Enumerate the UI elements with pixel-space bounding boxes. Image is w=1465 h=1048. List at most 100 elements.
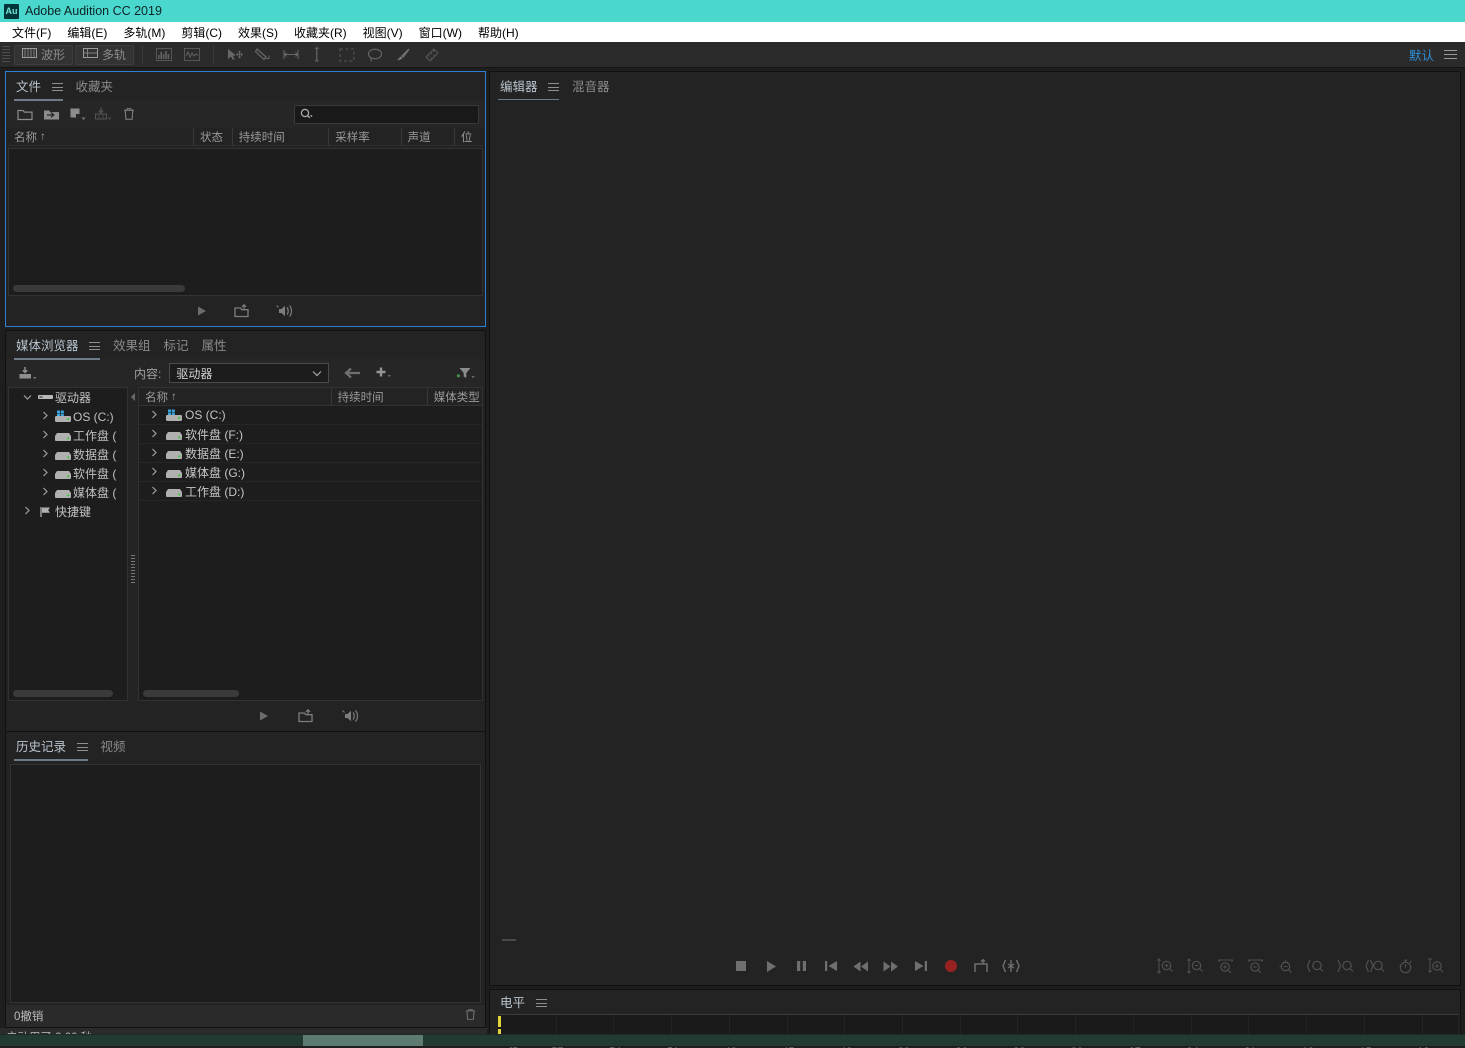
menu-window[interactable]: 窗口(W) xyxy=(411,22,470,43)
tab-editor[interactable]: 编辑器 xyxy=(498,72,570,101)
column-samplerate[interactable]: 采样率 xyxy=(328,128,400,145)
tree-item-drives[interactable]: 驱动器 xyxy=(9,388,127,407)
tab-levels[interactable]: 电平 xyxy=(498,990,558,1017)
tree-item-media-disk[interactable]: 媒体盘 ( xyxy=(9,483,127,502)
files-panel-menu-icon[interactable] xyxy=(52,81,63,94)
filter-icon[interactable] xyxy=(453,363,479,383)
menu-edit[interactable]: 编辑(E) xyxy=(59,22,115,43)
zoom-to-selection-in-point-button[interactable] xyxy=(1300,953,1330,979)
spot-healing-brush-icon[interactable] xyxy=(421,46,441,64)
menu-help[interactable]: 帮助(H) xyxy=(470,22,527,43)
tree-item-os-c[interactable]: OS (C:) xyxy=(9,407,127,426)
tree-hscrollbar[interactable] xyxy=(13,690,113,697)
workspace-name[interactable]: 默认 xyxy=(1409,45,1434,64)
skip-selection-button[interactable] xyxy=(996,953,1026,979)
zoom-to-selection-button[interactable] xyxy=(1360,953,1390,979)
column-status[interactable]: 状态 xyxy=(193,128,232,145)
chevron-right-icon[interactable] xyxy=(145,448,163,459)
multitrack-view-button[interactable]: 多轨 xyxy=(75,45,134,65)
rewind-button[interactable] xyxy=(846,953,876,979)
list-item[interactable]: 媒体盘 (G:) xyxy=(139,463,482,482)
trash-icon[interactable] xyxy=(464,1008,477,1024)
import-file-icon[interactable] xyxy=(38,104,64,124)
chevron-right-icon[interactable] xyxy=(37,411,53,422)
zoom-to-selection-out-point-button[interactable] xyxy=(1330,953,1360,979)
column-name[interactable]: 名称 ↑ xyxy=(8,128,193,145)
chevron-right-icon[interactable] xyxy=(19,506,35,517)
files-list[interactable] xyxy=(8,148,483,296)
workspace-menu-icon[interactable] xyxy=(1444,47,1457,62)
chevron-down-icon[interactable] xyxy=(19,393,35,403)
move-playhead-to-next-button[interactable] xyxy=(906,953,936,979)
tab-favorites[interactable]: 收藏夹 xyxy=(74,72,125,101)
media-browser-list[interactable]: 名称 ↑ 持续时间 媒体类型 OS (C:) xyxy=(138,387,483,701)
tree-item-data-disk[interactable]: 数据盘 ( xyxy=(9,445,127,464)
history-list[interactable] xyxy=(10,764,481,1003)
zoom-in-time-button[interactable] xyxy=(1210,953,1240,979)
chevron-right-icon[interactable] xyxy=(145,467,163,478)
zoom-out-amplitude-button[interactable] xyxy=(1180,953,1210,979)
tab-files[interactable]: 文件 xyxy=(14,72,74,101)
zoom-in-amplitude-button[interactable] xyxy=(1150,953,1180,979)
chevron-right-icon[interactable] xyxy=(37,449,53,460)
zoom-out-time-button[interactable] xyxy=(1240,953,1270,979)
waveform-view-button[interactable]: 波形 xyxy=(14,45,73,65)
history-panel-menu-icon[interactable] xyxy=(77,741,88,754)
spectral-pitch-icon[interactable] xyxy=(182,46,202,64)
razor-icon[interactable] xyxy=(309,46,329,64)
add-shortcut-icon[interactable] xyxy=(371,363,397,383)
column-media-type[interactable]: 媒体类型 xyxy=(427,388,482,405)
files-search-field[interactable] xyxy=(313,108,478,120)
media-browser-tree[interactable]: 驱动器 OS (C:) xyxy=(8,387,128,701)
record-button[interactable] xyxy=(936,953,966,979)
column-channels[interactable]: 声道 xyxy=(401,128,454,145)
marquee-selection-icon[interactable] xyxy=(337,46,357,64)
zoom-out-full-button[interactable] xyxy=(1270,953,1300,979)
media-browser-splitter[interactable] xyxy=(128,387,138,701)
tab-markers[interactable]: 标记 xyxy=(162,331,200,360)
time-selection-icon[interactable] xyxy=(281,46,301,64)
tab-video[interactable]: 视频 xyxy=(99,732,137,761)
editor-canvas[interactable] xyxy=(490,100,1460,985)
menu-multitrack[interactable]: 多轨(M) xyxy=(115,22,173,43)
slip-tool-icon[interactable] xyxy=(253,46,273,64)
list-item[interactable]: 软件盘 (F:) xyxy=(139,425,482,444)
stop-button[interactable] xyxy=(726,953,756,979)
spectral-frequency-icon[interactable] xyxy=(154,46,174,64)
list-item[interactable]: 数据盘 (E:) xyxy=(139,444,482,463)
paintbrush-selection-icon[interactable] xyxy=(393,46,413,64)
open-file-icon[interactable] xyxy=(12,104,38,124)
fast-forward-button[interactable] xyxy=(876,953,906,979)
toolbar-grip[interactable] xyxy=(2,46,10,64)
editor-panel-menu-icon[interactable] xyxy=(548,81,559,94)
tree-item-shortcuts[interactable]: 快捷键 xyxy=(9,502,127,521)
files-list-hscrollbar[interactable] xyxy=(13,285,185,292)
column-duration[interactable]: 持续时间 xyxy=(331,388,427,405)
tree-item-work-disk[interactable]: 工作盘 ( xyxy=(9,426,127,445)
insert-into-multitrack-icon[interactable] xyxy=(234,304,249,318)
chevron-right-icon[interactable] xyxy=(37,487,53,498)
insert-into-multitrack-icon[interactable] xyxy=(298,709,313,723)
toggle-stopwatch-button[interactable] xyxy=(1390,953,1420,979)
pause-button[interactable] xyxy=(786,953,816,979)
chevron-right-icon[interactable] xyxy=(145,410,163,421)
play-icon[interactable] xyxy=(196,305,208,317)
content-dropdown[interactable]: 驱动器 xyxy=(169,363,329,383)
list-item[interactable]: OS (C:) xyxy=(139,406,482,425)
tree-item-software-disk[interactable]: 软件盘 ( xyxy=(9,464,127,483)
new-file-icon[interactable] xyxy=(64,104,90,124)
menu-view[interactable]: 视图(V) xyxy=(355,22,411,43)
back-arrow-icon[interactable] xyxy=(339,363,365,383)
column-bitdepth[interactable]: 位 xyxy=(454,128,483,145)
search-input[interactable] xyxy=(294,105,479,124)
chevron-right-icon[interactable] xyxy=(145,429,163,440)
menu-favorites[interactable]: 收藏夹(R) xyxy=(286,22,355,43)
media-browser-menu-icon[interactable] xyxy=(89,340,100,353)
media-browser-hscrollbar[interactable] xyxy=(143,690,239,697)
column-name[interactable]: 名称 ↑ xyxy=(139,388,331,405)
close-file-icon[interactable] xyxy=(116,104,142,124)
auto-play-icon[interactable] xyxy=(275,304,295,318)
import-icon[interactable] xyxy=(16,363,42,383)
auto-play-icon[interactable] xyxy=(341,709,361,723)
column-duration[interactable]: 持续时间 xyxy=(232,128,329,145)
